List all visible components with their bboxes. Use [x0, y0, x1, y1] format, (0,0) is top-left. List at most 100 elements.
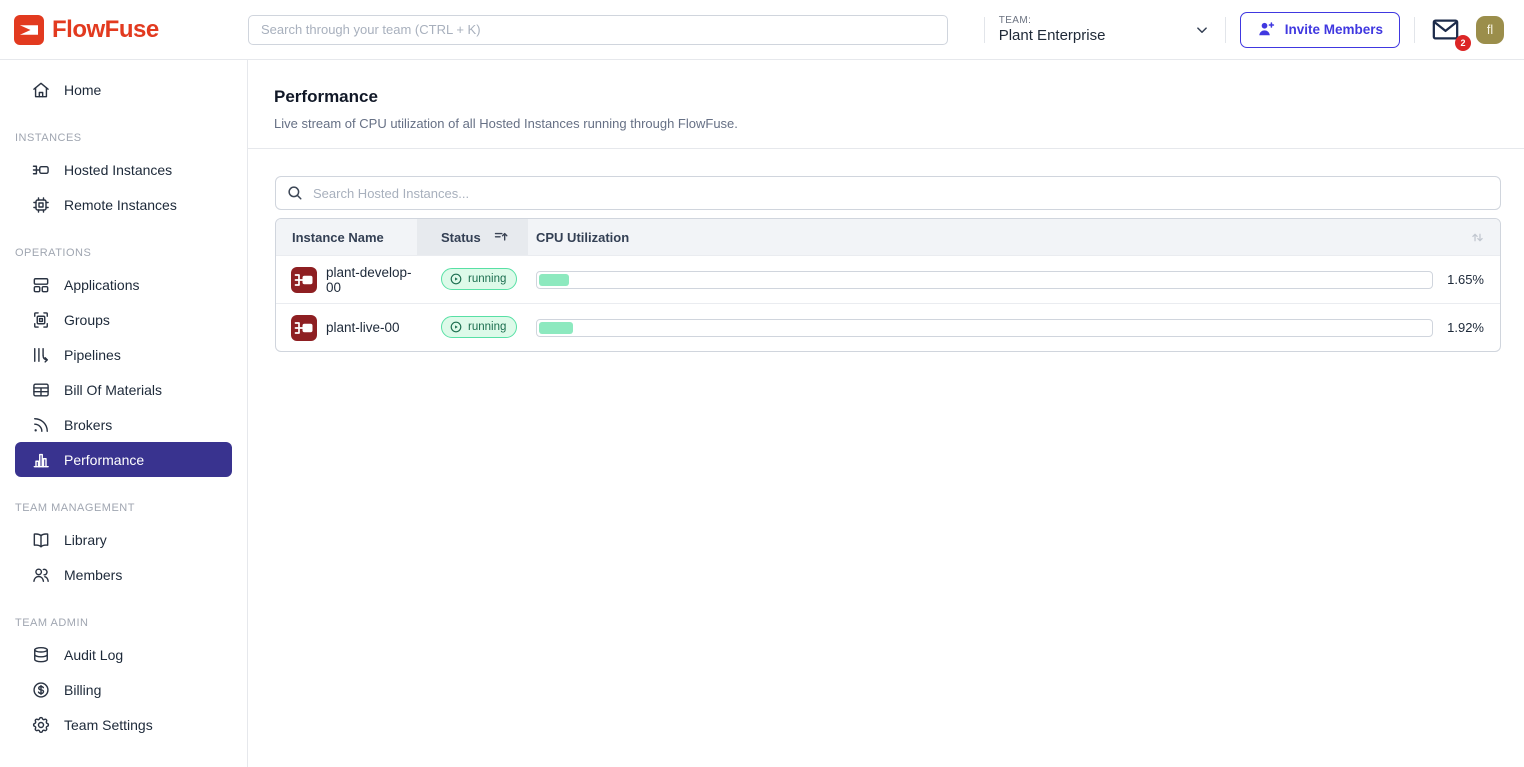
- sidebar-section-team-admin: TEAM ADMIN: [15, 617, 247, 629]
- sidebar-section-operations: OPERATIONS: [15, 247, 247, 259]
- performance-panel: Instance Name Status CPU Utilization: [248, 149, 1524, 352]
- column-header-instance-name[interactable]: Instance Name: [276, 230, 417, 245]
- team-label: TEAM:: [999, 15, 1106, 26]
- book-open-icon: [31, 530, 51, 550]
- sidebar-item-billing[interactable]: Billing: [15, 672, 232, 707]
- team-selector[interactable]: TEAM: Plant Enterprise: [999, 15, 1211, 44]
- table-cells-icon: [31, 380, 51, 400]
- table-header: Instance Name Status CPU Utilization: [276, 219, 1500, 255]
- sidebar-item-members[interactable]: Members: [15, 557, 232, 592]
- page-subtitle: Live stream of CPU utilization of all Ho…: [274, 116, 1498, 131]
- node-red-outline-icon: [31, 160, 51, 180]
- sidebar-item-label: Members: [64, 567, 122, 583]
- sidebar-item-audit-log[interactable]: Audit Log: [15, 637, 232, 672]
- play-circle-icon: [449, 320, 463, 334]
- page-title: Performance: [274, 87, 1498, 107]
- sidebar-item-brokers[interactable]: Brokers: [15, 407, 232, 442]
- sidebar-item-pipelines[interactable]: Pipelines: [15, 337, 232, 372]
- sidebar-item-label: Hosted Instances: [64, 162, 172, 178]
- table-row[interactable]: plant-live-00 running 1.92%: [276, 303, 1500, 351]
- sidebar-item-label: Performance: [64, 452, 144, 468]
- bars-arrow-up-icon: [493, 229, 510, 246]
- sidebar-section-team-management: TEAM MANAGEMENT: [15, 502, 247, 514]
- flowfuse-app: FlowFuse TEAM: Plant Enterprise: [0, 0, 1524, 767]
- team-search: [248, 15, 948, 45]
- notifications-button[interactable]: 2: [1429, 15, 1462, 44]
- groups-chip-icon: [31, 310, 51, 330]
- body-row: Home INSTANCES Hosted Instances Remote Inst…: [0, 60, 1524, 767]
- node-red-instance-icon: [291, 315, 317, 341]
- invite-members-label: Invite Members: [1285, 22, 1383, 37]
- sidebar-item-label: Remote Instances: [64, 197, 177, 213]
- status-label: running: [468, 273, 506, 285]
- search-icon: [286, 184, 304, 202]
- sidebar-item-label: Pipelines: [64, 347, 121, 363]
- invite-members-button[interactable]: Invite Members: [1240, 12, 1400, 48]
- sidebar-item-label: Home: [64, 82, 101, 98]
- instances-search-input[interactable]: [313, 186, 1490, 201]
- sidebar: Home INSTANCES Hosted Instances Remote Inst…: [0, 60, 248, 767]
- cpu-percent: 1.65%: [1433, 272, 1500, 287]
- sidebar-item-team-settings[interactable]: Team Settings: [15, 707, 232, 742]
- page-head: Performance Live stream of CPU utilizati…: [248, 60, 1524, 131]
- notification-badge: 2: [1455, 35, 1471, 51]
- arrows-up-down-icon[interactable]: [1469, 229, 1486, 246]
- main-content: Performance Live stream of CPU utilizati…: [248, 60, 1524, 767]
- sidebar-item-label: Audit Log: [64, 647, 123, 663]
- column-header-status-label: Status: [441, 230, 481, 245]
- flowfuse-logo-text: FlowFuse: [52, 16, 159, 44]
- sidebar-item-groups[interactable]: Groups: [15, 302, 232, 337]
- database-icon: [31, 645, 51, 665]
- column-header-status[interactable]: Status: [417, 219, 528, 255]
- sidebar-item-home[interactable]: Home: [15, 72, 232, 107]
- flowfuse-logo[interactable]: FlowFuse: [0, 15, 248, 45]
- cpu-percent: 1.92%: [1433, 320, 1500, 335]
- column-header-cpu[interactable]: CPU Utilization: [528, 230, 1433, 245]
- play-circle-icon: [449, 272, 463, 286]
- avatar[interactable]: fl: [1476, 16, 1504, 44]
- user-group-icon: [31, 565, 51, 585]
- cog-icon: [31, 715, 51, 735]
- sidebar-item-label: Applications: [64, 277, 140, 293]
- divider: [1414, 17, 1415, 43]
- status-label: running: [468, 321, 506, 333]
- column-header-percent-sort: [1433, 229, 1500, 246]
- team-selector-text: TEAM: Plant Enterprise: [999, 15, 1106, 44]
- table-body: plant-develop-00 running 1.65% plant-live-0…: [276, 255, 1500, 351]
- chip-icon: [31, 195, 51, 215]
- cpu-utilization-bar-fill: [539, 322, 573, 334]
- instance-name[interactable]: plant-develop-00: [326, 265, 417, 295]
- cpu-utilization-bar-fill: [539, 274, 569, 286]
- currency-dollar-icon: [31, 680, 51, 700]
- flowfuse-logo-icon: [14, 15, 44, 45]
- status-badge: running: [441, 316, 517, 338]
- sidebar-item-label: Brokers: [64, 417, 112, 433]
- header-actions: TEAM: Plant Enterprise Invite Members: [984, 12, 1524, 48]
- node-red-instance-icon: [291, 267, 317, 293]
- chart-bar-icon: [31, 450, 51, 470]
- team-search-input[interactable]: [248, 15, 948, 45]
- sidebar-item-hosted-instances[interactable]: Hosted Instances: [15, 152, 232, 187]
- instance-name[interactable]: plant-live-00: [326, 320, 400, 335]
- table-row[interactable]: plant-develop-00 running 1.65%: [276, 255, 1500, 303]
- cpu-utilization-bar: [536, 271, 1433, 289]
- chevron-down-icon: [1193, 21, 1211, 39]
- sidebar-section-instances: INSTANCES: [15, 132, 247, 144]
- team-name: Plant Enterprise: [999, 27, 1106, 44]
- home-icon: [31, 80, 51, 100]
- sidebar-item-remote-instances[interactable]: Remote Instances: [15, 187, 232, 222]
- top-header: FlowFuse TEAM: Plant Enterprise: [0, 0, 1524, 60]
- pipelines-icon: [31, 345, 51, 365]
- divider: [984, 17, 985, 43]
- sidebar-item-bill-of-materials[interactable]: Bill Of Materials: [15, 372, 232, 407]
- sidebar-item-library[interactable]: Library: [15, 522, 232, 557]
- status-badge: running: [441, 268, 517, 290]
- sidebar-item-label: Team Settings: [64, 717, 153, 733]
- sidebar-item-label: Billing: [64, 682, 101, 698]
- sidebar-item-applications[interactable]: Applications: [15, 267, 232, 302]
- instances-search: [275, 176, 1501, 210]
- sidebar-item-label: Groups: [64, 312, 110, 328]
- sidebar-item-performance[interactable]: Performance: [15, 442, 232, 477]
- sidebar-item-label: Library: [64, 532, 107, 548]
- instances-table: Instance Name Status CPU Utilization: [275, 218, 1501, 352]
